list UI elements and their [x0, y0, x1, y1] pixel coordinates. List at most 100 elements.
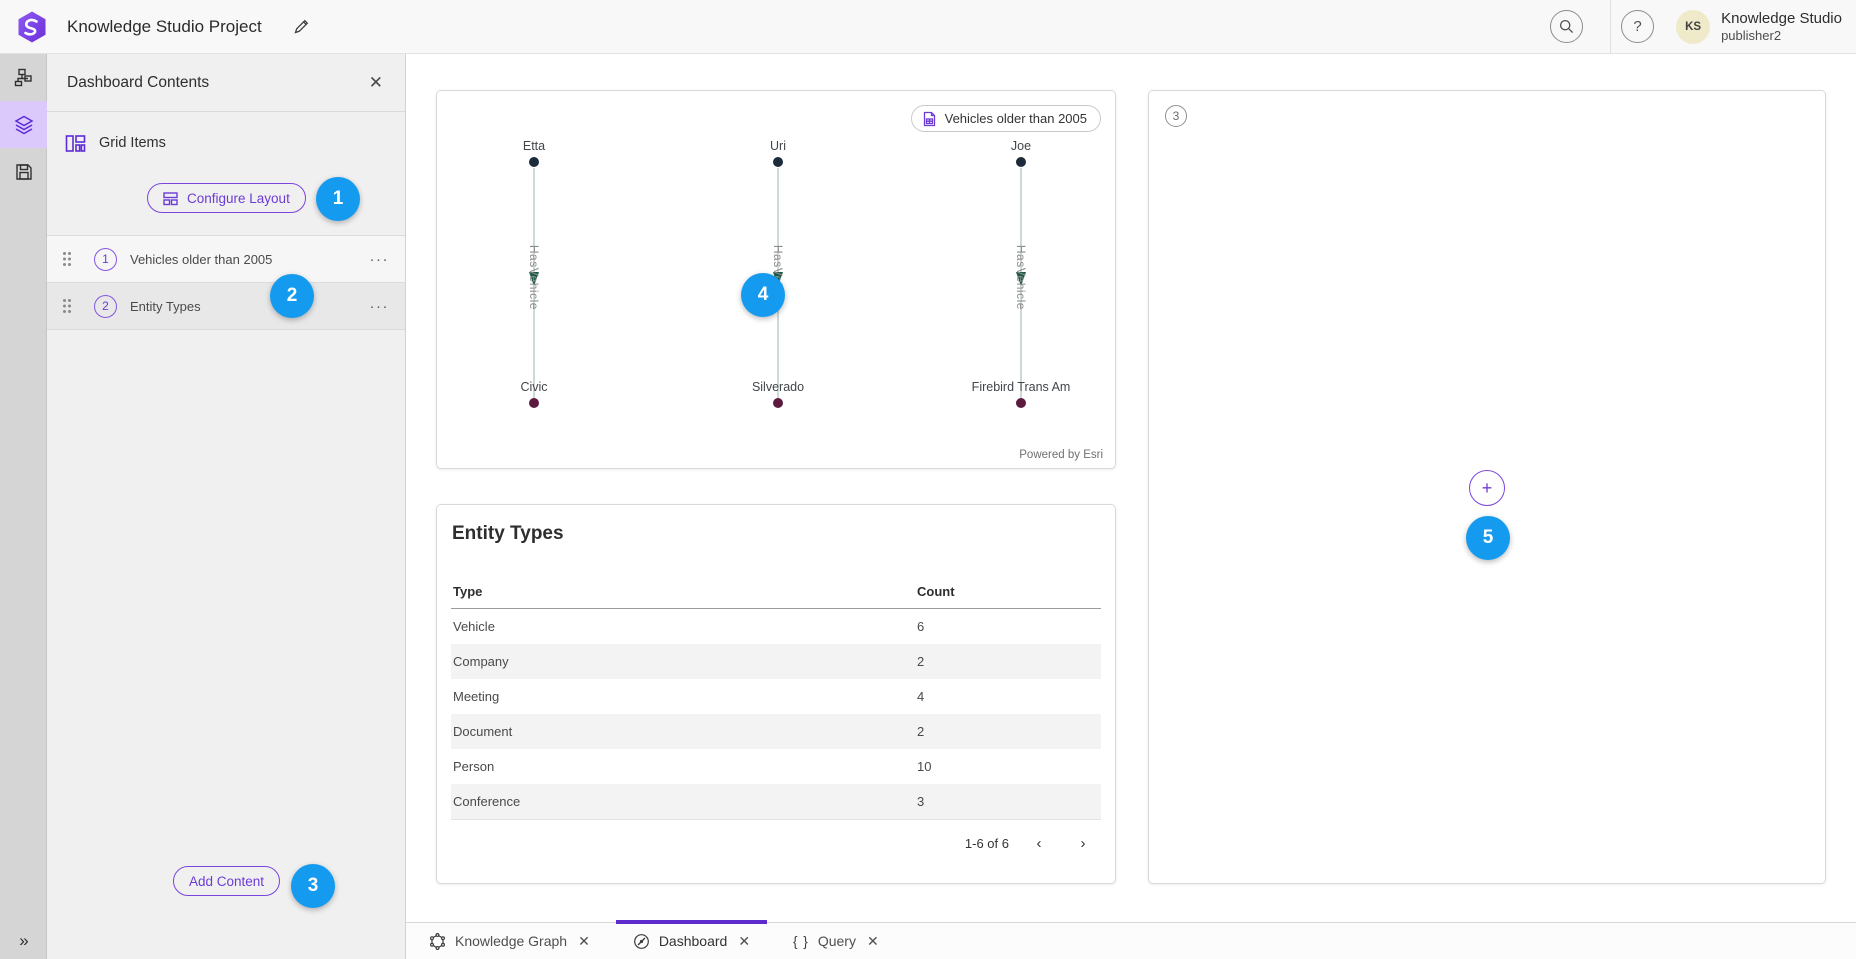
- item-number-badge: 1: [94, 248, 117, 271]
- hierarchy-icon: [14, 68, 33, 87]
- query-icon: { }: [793, 934, 809, 949]
- user-name: Knowledge Studio: [1721, 10, 1842, 28]
- close-tab-icon[interactable]: ✕: [738, 933, 750, 950]
- section-label: Grid Items: [99, 135, 166, 151]
- configure-grid-icon: [163, 191, 178, 206]
- edge-label: HasVehicle: [1014, 244, 1028, 309]
- grid-item-row[interactable]: 2 Entity Types ···: [47, 283, 405, 330]
- grid-item-row[interactable]: 1 Vehicles older than 2005 ···: [47, 236, 405, 283]
- close-tab-icon[interactable]: ✕: [867, 933, 879, 950]
- cell-count: 4: [917, 689, 1099, 704]
- column-header-count: Count: [917, 584, 1099, 599]
- graph-edge-column: Etta HasVehicle Civic: [464, 91, 604, 468]
- drag-handle-icon[interactable]: [62, 298, 72, 314]
- table-row: Conference 3: [451, 784, 1101, 819]
- search-icon[interactable]: [1550, 10, 1583, 43]
- entity-node[interactable]: [773, 157, 783, 167]
- avatar[interactable]: KS: [1676, 10, 1710, 44]
- save-icon: [15, 163, 33, 181]
- knowledge-studio-logo: [15, 10, 49, 44]
- grid-layout-icon: [65, 133, 86, 154]
- entity-label: Uri: [770, 139, 786, 153]
- entity-label: Silverado: [752, 380, 804, 394]
- add-item-plus-icon[interactable]: +: [1469, 470, 1505, 506]
- rail-item-hierarchy[interactable]: [0, 54, 47, 101]
- close-tab-icon[interactable]: ✕: [578, 933, 590, 950]
- table-row: Person 10: [451, 749, 1101, 784]
- knowledge-graph-icon: [429, 933, 446, 950]
- entity-label: Firebird Trans Am: [972, 380, 1071, 394]
- configure-layout-label: Configure Layout: [187, 191, 290, 206]
- cell-count: 2: [917, 654, 1099, 669]
- entity-node[interactable]: [773, 398, 783, 408]
- user-info[interactable]: Knowledge Studio publisher2: [1721, 10, 1842, 43]
- tutorial-callout-1: 1: [316, 177, 360, 221]
- table-row: Meeting 4: [451, 679, 1101, 714]
- configure-layout-button[interactable]: Configure Layout: [147, 183, 306, 213]
- chevron-left-icon[interactable]: ‹: [1025, 829, 1053, 857]
- entity-node[interactable]: [529, 157, 539, 167]
- cell-count: 6: [917, 619, 1099, 634]
- table-row: Company 2: [451, 644, 1101, 679]
- help-icon[interactable]: ?: [1621, 10, 1654, 43]
- link-chart-file-icon: [922, 111, 937, 127]
- app-window: Knowledge Studio Project ? KS Knowledge …: [0, 0, 1856, 959]
- cell-count: 2: [917, 724, 1099, 739]
- entity-node[interactable]: [1016, 398, 1026, 408]
- tab-label: Dashboard: [659, 933, 728, 949]
- column-header-type: Type: [453, 584, 917, 599]
- header-actions: ? KS Knowledge Studio publisher2: [1550, 0, 1856, 54]
- dashboard-icon: [633, 933, 650, 950]
- grid-items-list: 1 Vehicles older than 2005 ··· 2 Entity …: [47, 235, 405, 330]
- cell-count: 10: [917, 759, 1099, 774]
- tutorial-callout-3: 3: [291, 864, 335, 908]
- item-number-badge: 2: [94, 295, 117, 318]
- edit-title-pencil-icon[interactable]: [286, 12, 316, 42]
- entity-node[interactable]: [1016, 157, 1026, 167]
- rail-item-layers[interactable]: [0, 101, 47, 148]
- tutorial-callout-5: 5: [1466, 516, 1510, 560]
- tab-query[interactable]: { }Query ✕: [780, 923, 892, 959]
- left-rail: »: [0, 54, 47, 959]
- panel-title: Dashboard Contents: [67, 74, 363, 92]
- add-content-button[interactable]: Add Content: [173, 866, 280, 896]
- table-body: Vehicle 6Company 2Meeting 4Document 2Per…: [451, 609, 1101, 820]
- table-header: Type Count: [451, 574, 1101, 609]
- close-icon[interactable]: ✕: [363, 69, 389, 97]
- esri-attribution: Powered by Esri: [1019, 449, 1103, 461]
- entity-label: Etta: [523, 139, 545, 153]
- chevron-right-icon[interactable]: ›: [1069, 829, 1097, 857]
- grid-item-label: Entity Types: [130, 299, 368, 314]
- dashboard-canvas: Vehicles older than 2005 Etta HasVehicle…: [406, 54, 1856, 959]
- tab-dashboard[interactable]: Dashboard ✕: [620, 923, 763, 959]
- user-role: publisher2: [1721, 28, 1842, 43]
- cell-type: Vehicle: [453, 619, 917, 634]
- tutorial-callout-2: 2: [270, 274, 314, 318]
- panel-header: Dashboard Contents ✕: [47, 54, 405, 112]
- table-row: Document 2: [451, 714, 1101, 749]
- cell-type: Company: [453, 654, 917, 669]
- entity-node[interactable]: [529, 398, 539, 408]
- expand-rail-icon[interactable]: »: [0, 931, 46, 951]
- view-tab-bar: Knowledge Graph ✕Dashboard ✕{ }Query ✕: [406, 922, 1856, 959]
- drag-handle-icon[interactable]: [62, 251, 72, 267]
- grid-items-section: Grid Items: [47, 122, 405, 164]
- tutorial-callout-4: 4: [741, 273, 785, 317]
- slot-number-badge: 3: [1165, 105, 1187, 127]
- entity-label: Civic: [520, 380, 547, 394]
- card-title: Entity Types: [451, 523, 1101, 545]
- rail-item-save[interactable]: [0, 148, 47, 195]
- project-title: Knowledge Studio Project: [67, 17, 262, 37]
- empty-grid-slot-card: 3 +: [1148, 90, 1826, 884]
- item-options-icon[interactable]: ···: [368, 294, 392, 319]
- tab-knowledge-graph[interactable]: Knowledge Graph ✕: [416, 923, 603, 959]
- cell-count: 3: [917, 794, 1099, 809]
- header-divider: [1610, 0, 1611, 54]
- tab-label: Knowledge Graph: [455, 933, 567, 949]
- grid-item-label: Vehicles older than 2005: [130, 252, 368, 267]
- entity-label: Joe: [1011, 139, 1031, 153]
- cell-type: Person: [453, 759, 917, 774]
- item-options-icon[interactable]: ···: [368, 247, 392, 272]
- cell-type: Document: [453, 724, 917, 739]
- entity-types-card: Entity Types Type Count Vehicle 6 Company…: [436, 504, 1116, 884]
